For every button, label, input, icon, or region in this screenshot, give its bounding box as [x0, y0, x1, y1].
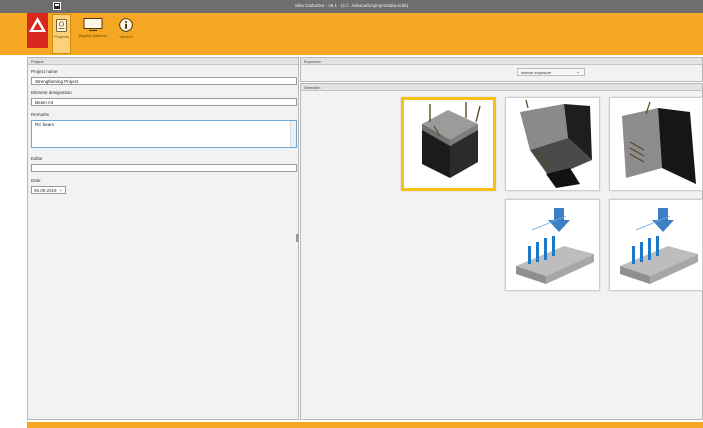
remarks-label: Remarks	[31, 112, 50, 117]
element-designation-input[interactable]: Beam A3	[31, 98, 297, 106]
ribbon-left-fill	[0, 13, 27, 55]
exposure-select[interactable]: Interior exposure ⌄	[517, 68, 585, 76]
project-name-input[interactable]: Strengthening Project	[31, 77, 297, 85]
remarks-text: RC beam	[35, 122, 55, 127]
project-name-label: Project name	[31, 69, 58, 74]
exposure-pane: Exposure	[300, 57, 703, 82]
ribbon-label-display: Display platform	[78, 33, 108, 38]
date-label: Date	[31, 178, 41, 183]
ribbon-label-projects: Projects	[54, 34, 69, 39]
ribbon-button-display[interactable]: Display platform	[76, 14, 110, 54]
date-value: 06.09.2019	[34, 188, 57, 193]
slab-diagram-image-2	[620, 208, 698, 284]
beam-bottom-strips-tile[interactable]	[505, 97, 600, 191]
monitor-icon	[83, 18, 103, 31]
title-bar: Sika CarboDur - v5.1 - (C:\...\sikacarbo…	[0, 0, 703, 13]
ribbon-button-projects[interactable]: Projects	[52, 14, 71, 54]
selection-pane-header: Selection	[301, 84, 702, 91]
chevron-down-icon: ⌄	[58, 187, 63, 193]
beam-side-image	[622, 101, 696, 184]
chevron-down-icon: ⌄	[575, 69, 580, 75]
ribbon-button-version[interactable]: Version	[114, 14, 138, 54]
column-top-tile[interactable]	[401, 97, 496, 191]
exposure-pane-header: Exposure	[301, 58, 702, 65]
logo-stripe	[27, 38, 48, 48]
ribbon-label-version: Version	[119, 34, 133, 39]
remarks-scrollbar[interactable]	[290, 121, 296, 147]
window-title: Sika CarboDur - v5.1 - (C:\...\sikacarbo…	[294, 3, 409, 8]
beam-side-tile[interactable]	[609, 97, 703, 191]
slab-diagram-tile-1[interactable]	[505, 199, 600, 291]
project-form: Project name Strengthening Project Eleme…	[27, 57, 299, 420]
date-picker[interactable]: 06.09.2019 ⌄	[31, 186, 66, 194]
logo-triangle-icon	[29, 17, 46, 32]
ribbon-left-fill-lower	[27, 48, 48, 55]
slab-diagram-tile-2[interactable]	[609, 199, 703, 291]
column-top-image	[422, 102, 481, 178]
project-file-icon	[56, 19, 67, 32]
slab-diagram-image-1	[516, 208, 594, 284]
editor-input[interactable]	[31, 164, 297, 172]
status-bar	[27, 422, 703, 428]
pane-splitter[interactable]	[296, 234, 299, 242]
exposure-selected-value: Interior exposure	[521, 70, 552, 75]
element-designation-label: Element designation	[31, 90, 72, 95]
sika-logo	[27, 13, 48, 38]
remarks-textarea[interactable]: RC beam	[31, 120, 297, 148]
editor-label: Editor	[31, 156, 43, 161]
beam-bottom-strips-image	[520, 99, 592, 188]
info-icon	[119, 18, 133, 32]
ribbon	[48, 13, 703, 55]
